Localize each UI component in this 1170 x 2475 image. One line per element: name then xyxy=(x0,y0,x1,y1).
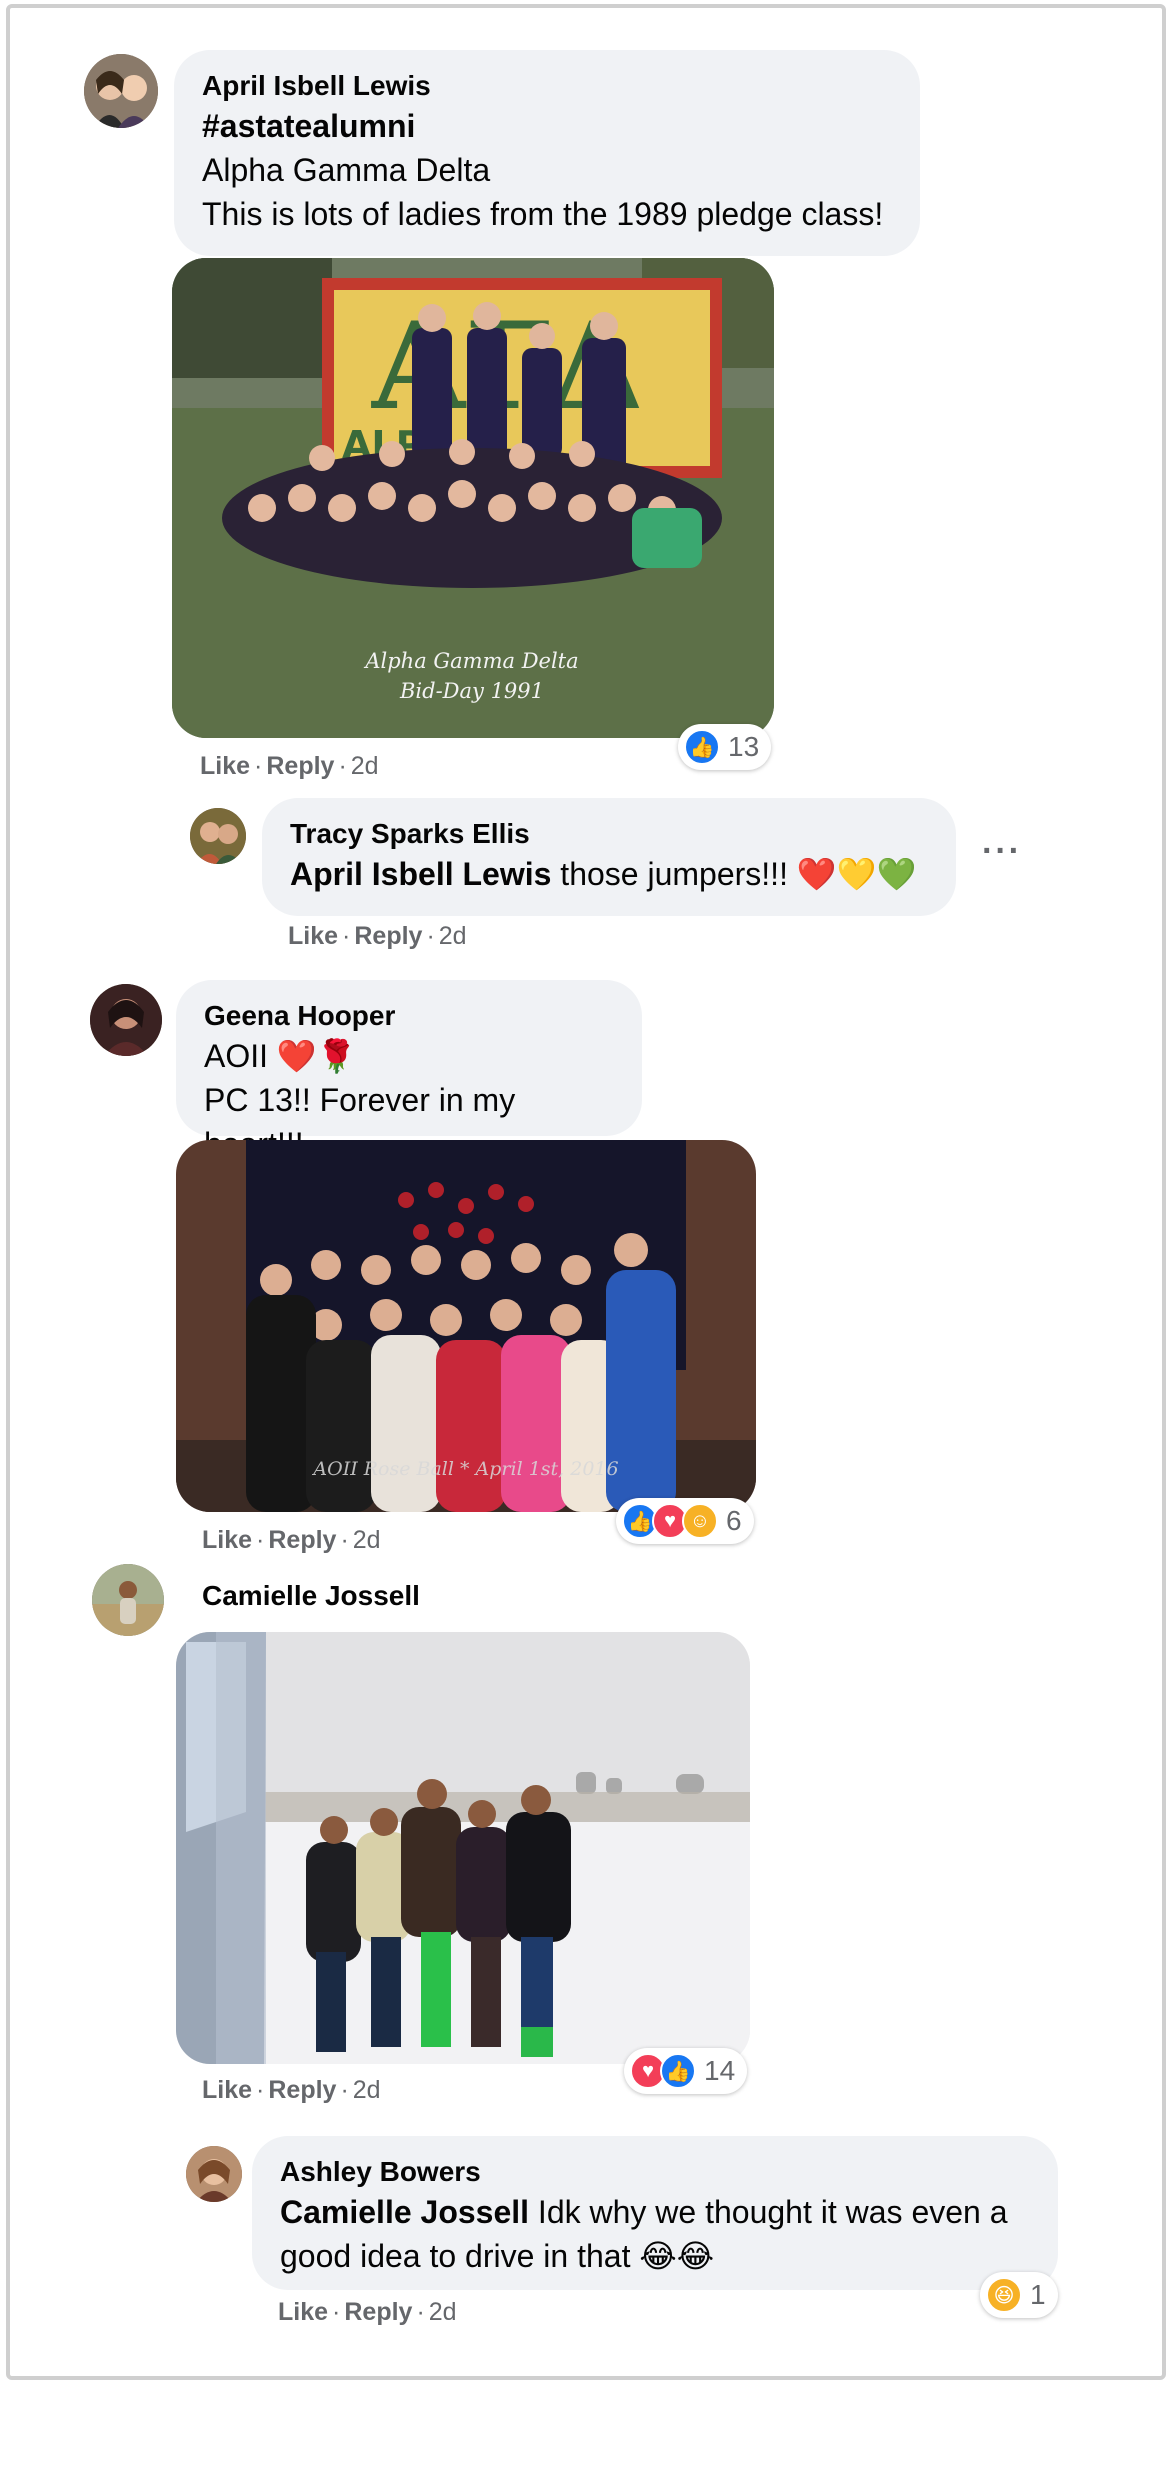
comment-actions: Like · Reply · 2d xyxy=(200,752,379,781)
comment-text-line: This is lots of ladies from the 1989 ple… xyxy=(202,196,884,232)
separator: · xyxy=(342,922,351,950)
comment-photo[interactable] xyxy=(176,1632,750,2064)
care-icon: ☺ xyxy=(682,1503,718,1539)
timestamp[interactable]: 2d xyxy=(429,2298,457,2326)
reply-text: good idea to drive in that 😂😂 xyxy=(280,2238,715,2274)
comment-bubble: April Isbell Lewis #astatealumni Alpha G… xyxy=(174,50,920,256)
mention-link[interactable]: April Isbell Lewis xyxy=(290,856,551,892)
rose-ball-group-photo: AOII Rose Ball * April 1st, 2016 xyxy=(176,1140,756,1512)
timestamp[interactable]: 2d xyxy=(439,922,467,950)
reaction-count: 6 xyxy=(726,1505,742,1536)
like-button[interactable]: Like xyxy=(200,752,250,780)
avatar-photo xyxy=(84,54,158,128)
avatar-photo xyxy=(190,808,246,864)
avatar-photo xyxy=(92,1564,164,1636)
avatar[interactable] xyxy=(92,1564,164,1636)
avatar-photo xyxy=(186,2146,242,2202)
reaction-count: 1 xyxy=(1030,2279,1046,2310)
reaction-summary[interactable]: ♥ 👍 14 xyxy=(624,2048,748,2094)
comment-bubble: Geena Hooper AOII ❤️🌹 PC 13!! Forever in… xyxy=(176,980,642,1162)
reaction-count: 14 xyxy=(704,2055,736,2086)
avatar-photo xyxy=(90,984,162,1056)
photo-caption: Alpha Gamma Delta xyxy=(363,649,578,673)
comment-author[interactable]: April Isbell Lewis xyxy=(202,68,892,104)
like-button[interactable]: Like xyxy=(278,2298,328,2326)
reply-button[interactable]: Reply xyxy=(266,752,334,780)
avatar[interactable] xyxy=(190,808,246,864)
comment-actions: Like · Reply · 2d xyxy=(202,1526,381,1555)
reply-text: Idk why we thought it was even a xyxy=(529,2194,1008,2230)
comment-author[interactable]: Geena Hooper xyxy=(204,998,614,1034)
like-button[interactable]: Like xyxy=(202,2076,252,2104)
separator: · xyxy=(254,752,263,780)
separator: · xyxy=(256,1526,265,1554)
hashtag-link[interactable]: #astatealumni xyxy=(202,104,892,148)
reply-button[interactable]: Reply xyxy=(354,922,422,950)
timestamp[interactable]: 2d xyxy=(351,752,379,780)
separator: · xyxy=(256,2076,265,2104)
separator: · xyxy=(340,1526,349,1554)
comment-actions: Like · Reply · 2d xyxy=(202,2076,381,2105)
photo-caption: Bid-Day 1991 xyxy=(399,679,544,703)
comment-author[interactable]: Camielle Jossell xyxy=(202,1578,420,1614)
comment-author[interactable]: Ashley Bowers xyxy=(280,2154,1030,2190)
haha-icon: 😆 xyxy=(986,2277,1022,2313)
reply-bubble: Ashley Bowers Camielle Jossell Idk why w… xyxy=(252,2136,1058,2290)
reaction-summary[interactable]: 👍 13 xyxy=(678,724,772,770)
separator: · xyxy=(416,2298,425,2326)
comment-text-line: AOII ❤️🌹 xyxy=(204,1038,357,1074)
like-button[interactable]: Like xyxy=(202,1526,252,1554)
comment-photo[interactable]: ΑΓΔ ALP Alpha Gamma Delta Bid-Day xyxy=(172,258,774,738)
avatar[interactable] xyxy=(84,54,158,128)
reply-text: those jumpers!!! ❤️💛💚 xyxy=(551,856,917,892)
comment-author[interactable]: Tracy Sparks Ellis xyxy=(290,816,928,852)
timestamp[interactable]: 2d xyxy=(353,1526,381,1554)
like-icon: 👍 xyxy=(684,729,720,765)
separator: · xyxy=(338,752,347,780)
photo-caption: AOII Rose Ball * April 1st, 2016 xyxy=(311,1458,618,1480)
separator: · xyxy=(340,2076,349,2104)
mention-link[interactable]: Camielle Jossell xyxy=(280,2194,529,2230)
reaction-summary[interactable]: 👍 ♥ ☺ 6 xyxy=(616,1498,754,1544)
comment-photo[interactable]: AOII Rose Ball * April 1st, 2016 xyxy=(176,1140,756,1512)
more-options-icon[interactable]: ··· xyxy=(982,832,1022,871)
like-icon: 👍 xyxy=(660,2053,696,2089)
comment-actions: Like · Reply · 2d xyxy=(288,922,467,951)
snow-group-photo xyxy=(176,1632,750,2064)
separator: · xyxy=(426,922,435,950)
like-button[interactable]: Like xyxy=(288,922,338,950)
avatar[interactable] xyxy=(186,2146,242,2202)
reply-bubble: Tracy Sparks Ellis April Isbell Lewis th… xyxy=(262,798,956,916)
comment-actions: Like · Reply · 2d xyxy=(278,2298,457,2327)
sorority-group-photo: ΑΓΔ ALP Alpha Gamma Delta Bid-Day xyxy=(172,258,774,738)
separator: · xyxy=(332,2298,341,2326)
reply-button[interactable]: Reply xyxy=(268,2076,336,2104)
reply-button[interactable]: Reply xyxy=(344,2298,412,2326)
reply-button[interactable]: Reply xyxy=(268,1526,336,1554)
avatar[interactable] xyxy=(90,984,162,1056)
comment-text-line: Alpha Gamma Delta xyxy=(202,152,491,188)
timestamp[interactable]: 2d xyxy=(353,2076,381,2104)
reaction-summary[interactable]: 😆 1 xyxy=(980,2272,1058,2318)
reaction-count: 13 xyxy=(728,731,760,762)
